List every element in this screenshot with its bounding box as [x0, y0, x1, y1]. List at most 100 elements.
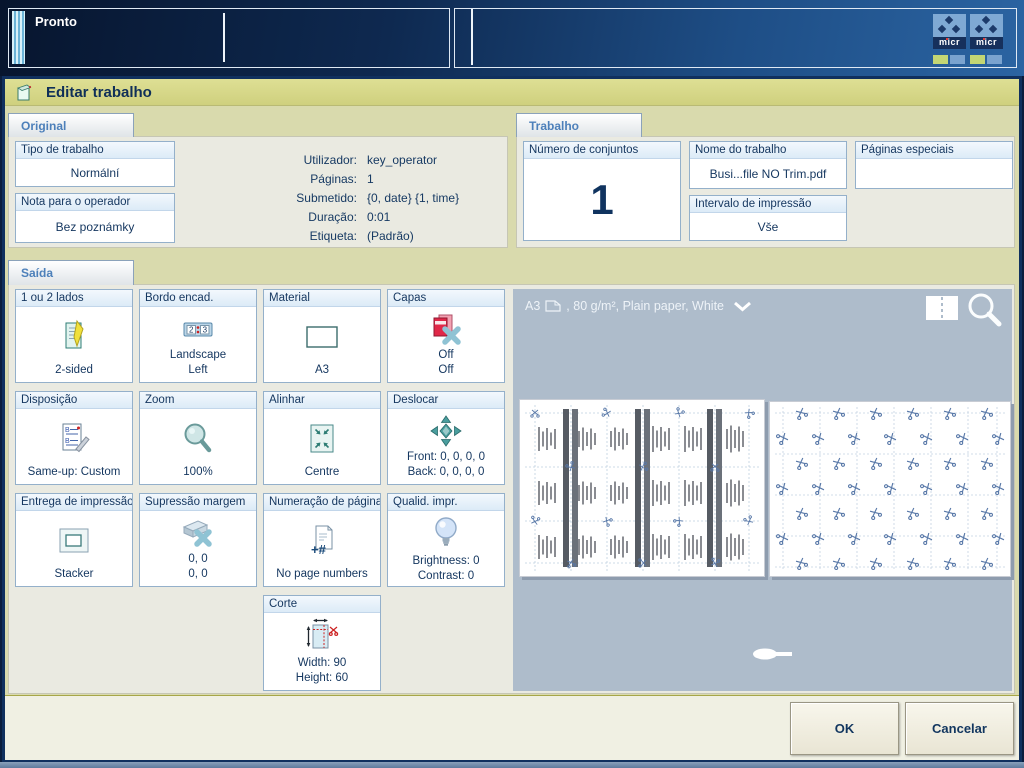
print-quality-icon	[425, 514, 467, 554]
option-label: Supressão margem	[140, 494, 256, 511]
option-binding[interactable]: Bordo encad. 2 3 LandscapeLeft	[139, 289, 257, 383]
ok-button[interactable]: OK	[790, 702, 899, 755]
option-label: Bordo encad.	[140, 290, 256, 307]
divider	[471, 9, 473, 65]
info-row: Duração: 0:01	[257, 208, 459, 227]
layout-icon: B B	[53, 412, 95, 465]
screen: Pronto micr micr	[0, 0, 1024, 768]
option-job-name[interactable]: Nome do trabalho Busi...file NO Trim.pdf	[689, 141, 847, 189]
media-selector[interactable]: A3 , 80 g/m², Plain paper, White	[525, 299, 752, 313]
tab-original[interactable]: Original	[8, 113, 134, 137]
duplex-icon	[54, 310, 94, 363]
option-sides[interactable]: 1 ou 2 lados 2-sided	[15, 289, 133, 383]
svg-text:+#: +#	[311, 542, 327, 557]
queue-section: micr micr	[454, 8, 1017, 68]
align-centre-icon	[301, 412, 343, 465]
chevron-down-icon	[733, 301, 752, 312]
stacker-icon	[52, 514, 96, 567]
option-align[interactable]: Alinhar Centre	[263, 391, 381, 485]
option-number-of-sets[interactable]: Número de conjuntos 1	[523, 141, 681, 241]
micr-diamonds-icon	[970, 14, 1003, 37]
micr-label: micr	[970, 37, 1003, 49]
info-label: Páginas:	[257, 170, 357, 189]
option-value: Centre	[305, 465, 340, 481]
tab-trabalho[interactable]: Trabalho	[516, 113, 642, 137]
preview-zoom-icon[interactable]	[965, 291, 1005, 336]
edit-job-dialog: Editar trabalho Original Tipo de trabalh…	[2, 76, 1022, 762]
option-operator-note[interactable]: Nota para o operador Bez poznámky	[15, 193, 175, 243]
option-value: Brightness: 0Contrast: 0	[412, 554, 479, 585]
binding-edge-icon: 2 3	[178, 310, 218, 348]
saida-panel: 1 ou 2 lados 2-sidedBordo encad. 2 3 Lan…	[8, 284, 1015, 694]
info-value: (Padrão)	[367, 227, 414, 246]
printer-status: Pronto	[35, 14, 77, 29]
option-margin[interactable]: Supressão margem 0, 00, 0	[139, 493, 257, 587]
covers-icon	[424, 310, 468, 348]
option-value: No page numbers	[276, 567, 367, 583]
svg-text:2: 2	[189, 326, 194, 335]
option-value: 2-sided	[55, 363, 93, 379]
option-special-pages[interactable]: Páginas especiais	[855, 141, 1013, 189]
option-pagenumbers[interactable]: Numeração de páginas +# No page numbers	[263, 493, 381, 587]
trim-icon	[300, 616, 344, 656]
option-label: Qualid. impr.	[388, 494, 504, 511]
dialog-footer: OK Cancelar	[5, 695, 1019, 760]
status-bar: Pronto micr micr	[0, 0, 1024, 76]
svg-text:B: B	[65, 427, 70, 434]
option-label: Páginas especiais	[856, 142, 1012, 159]
preview-page-back	[769, 401, 1011, 577]
option-job-type[interactable]: Tipo de trabalho Normální	[15, 141, 175, 187]
option-delivery[interactable]: Entrega de impressão Stacker	[15, 493, 133, 587]
option-label: Deslocar	[388, 392, 504, 409]
micr-icon[interactable]: micr	[933, 14, 966, 64]
edit-job-icon	[15, 84, 34, 101]
two-page-view-icon[interactable]	[925, 295, 959, 326]
option-label: Nome do trabalho	[690, 142, 846, 159]
option-quality[interactable]: Qualid. impr. Brightness: 0Contrast: 0	[387, 493, 505, 587]
status-section: Pronto	[8, 8, 450, 68]
media-size: A3	[525, 299, 540, 313]
output-options-grid: 1 ou 2 lados 2-sidedBordo encad. 2 3 Lan…	[15, 289, 505, 691]
option-zoom[interactable]: Zoom 100%	[139, 391, 257, 485]
option-media[interactable]: Material A3	[263, 289, 381, 383]
connector-icon	[751, 647, 795, 666]
status-stripes-icon	[12, 11, 25, 64]
cancel-button[interactable]: Cancelar	[905, 702, 1014, 755]
info-value: 1	[367, 170, 374, 189]
info-value: 0:01	[367, 208, 390, 227]
option-label: Alinhar	[264, 392, 380, 409]
option-covers[interactable]: Capas OffOff	[387, 289, 505, 383]
option-value: 100%	[183, 465, 212, 481]
option-value: 1	[524, 159, 680, 240]
option-value: Normální	[16, 159, 174, 186]
info-label: Utilizador:	[257, 151, 357, 170]
option-layout[interactable]: Disposição B B Same-up: Custom	[15, 391, 133, 485]
option-label: Disposição	[16, 392, 132, 409]
info-value: {0, date} {1, time}	[367, 189, 459, 208]
info-row: Submetido: {0, date} {1, time}	[257, 189, 459, 208]
media-description: , 80 g/m², Plain paper, White	[566, 299, 724, 313]
tab-saida[interactable]: Saída	[8, 260, 134, 285]
option-label: Nota para o operador	[16, 194, 174, 211]
margin-erase-icon	[176, 514, 220, 552]
option-label: Tipo de trabalho	[16, 142, 174, 159]
option-print-range[interactable]: Intervalo de impressão Vše	[689, 195, 847, 241]
option-value: Width: 90Height: 60	[296, 656, 348, 687]
divider	[223, 13, 225, 62]
info-label: Submetido:	[257, 189, 357, 208]
option-value: Bez poznámky	[16, 211, 174, 242]
option-label: Intervalo de impressão	[690, 196, 846, 213]
option-label: 1 ou 2 lados	[16, 290, 132, 307]
sheet-icon	[545, 300, 561, 312]
option-label: Material	[264, 290, 380, 307]
option-shift[interactable]: Deslocar Front: 0, 0, 0, 0Back: 0, 0, 0,…	[387, 391, 505, 485]
option-label: Entrega de impressão	[16, 494, 132, 511]
option-value	[856, 159, 1012, 188]
micr-icon[interactable]: micr	[970, 14, 1003, 64]
info-value: key_operator	[367, 151, 437, 170]
media-icon	[300, 310, 344, 363]
option-trim[interactable]: Corte Width: 90Height: 60	[263, 595, 381, 691]
option-label: Numeração de páginas	[264, 494, 380, 511]
micr-diamonds-icon	[933, 14, 966, 37]
micr-label: micr	[933, 37, 966, 49]
